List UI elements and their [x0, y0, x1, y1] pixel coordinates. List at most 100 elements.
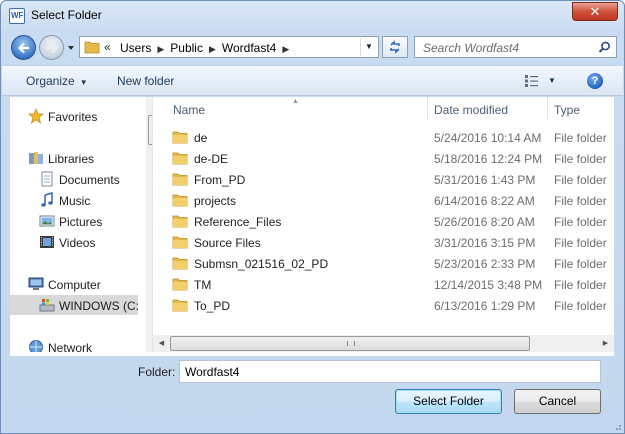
back-arrow-icon — [17, 42, 29, 54]
file-name: Reference_Files — [194, 215, 282, 229]
folder-icon — [172, 277, 188, 294]
sidebar-item-videos[interactable]: Videos — [39, 232, 139, 252]
window-title: Select Folder — [31, 8, 102, 22]
column-header-date-modified[interactable]: Date modified — [427, 97, 547, 121]
file-name: de-DE — [194, 152, 229, 166]
wordfast-app-icon: WF — [9, 8, 25, 24]
breadcrumb-separator-icon[interactable]: ▶ — [209, 44, 216, 54]
drive-icon — [39, 299, 55, 312]
address-bar[interactable]: « Users ▶ Public ▶ Wordfast4 ▶ ▼ — [79, 36, 379, 58]
file-type: File folder — [554, 152, 607, 166]
file-date-modified: 5/18/2016 12:24 PM — [434, 152, 543, 166]
table-row[interactable]: TM 12/14/2015 3:48 PM File folder — [153, 274, 614, 295]
app-icon-text: WF — [11, 11, 24, 20]
column-header-label: Date modified — [434, 103, 509, 117]
sidebar-item-label: Documents — [59, 173, 120, 187]
file-type: File folder — [554, 194, 607, 208]
scroll-right-icon[interactable]: ▶ — [597, 335, 614, 352]
breadcrumb-public[interactable]: Public — [170, 41, 203, 55]
table-row[interactable]: projects 6/14/2016 8:22 AM File folder — [153, 190, 614, 211]
recent-locations-dropdown-icon[interactable] — [67, 44, 75, 52]
back-button[interactable] — [11, 35, 36, 60]
sort-ascending-icon: ▲ — [292, 98, 299, 105]
forward-button[interactable] — [39, 35, 64, 60]
folder-icon — [172, 256, 188, 273]
star-icon — [28, 108, 44, 124]
file-date-modified: 5/26/2016 8:20 AM — [434, 215, 535, 229]
horizontal-scrollbar[interactable]: ◀ ▶ — [153, 335, 614, 352]
sidebar-item-label: WINDOWS (C: — [59, 299, 139, 313]
refresh-icon — [390, 40, 400, 54]
sidebar-item-music[interactable]: Music — [39, 190, 139, 210]
folder-icon — [172, 172, 188, 189]
close-button[interactable]: ✕ — [572, 2, 618, 21]
breadcrumb-separator-icon[interactable]: ▶ — [282, 44, 289, 54]
cancel-button[interactable]: Cancel — [514, 389, 601, 414]
file-date-modified: 6/14/2016 8:22 AM — [434, 194, 535, 208]
view-options-dropdown-icon[interactable]: ▼ — [548, 76, 556, 85]
folder-icon — [172, 298, 188, 315]
table-row[interactable]: From_PD 5/31/2016 1:43 PM File folder — [153, 169, 614, 190]
table-row[interactable]: Reference_Files 5/26/2016 8:20 AM File fol… — [153, 211, 614, 232]
new-folder-button[interactable]: New folder — [117, 74, 174, 88]
folder-icon — [172, 214, 188, 231]
file-type: File folder — [554, 173, 607, 187]
file-type: File folder — [554, 299, 607, 313]
file-date-modified: 5/31/2016 1:43 PM — [434, 173, 536, 187]
help-icon[interactable]: ? — [587, 73, 603, 89]
sidebar-item-computer[interactable]: Computer — [28, 274, 138, 294]
folder-icon — [172, 151, 188, 168]
file-type: File folder — [554, 257, 607, 271]
search-input[interactable] — [423, 40, 593, 55]
folder-icon — [172, 193, 188, 210]
file-type: File folder — [554, 131, 607, 145]
forward-arrow-icon — [47, 42, 59, 54]
column-header-name[interactable]: ▲ Name — [153, 97, 427, 121]
table-row[interactable]: Submsn_021516_02_PD 5/23/2016 2:33 PM File… — [153, 253, 614, 274]
table-row[interactable]: de-DE 5/18/2016 12:24 PM File folder — [153, 148, 614, 169]
file-name: To_PD — [194, 299, 231, 313]
file-name: Source Files — [194, 236, 261, 250]
folder-icon — [172, 235, 188, 252]
search-icon[interactable] — [598, 41, 611, 54]
select-folder-button[interactable]: Select Folder — [395, 389, 502, 414]
file-list: ▲ Name Date modified Type de 5/24/2016 10… — [153, 97, 614, 356]
navigation-pane-scrollbar[interactable]: ▲ ▼ — [146, 97, 152, 356]
file-date-modified: 6/13/2016 1:29 PM — [434, 299, 536, 313]
music-icon — [41, 192, 53, 207]
column-header-type[interactable]: Type — [547, 97, 614, 121]
address-dropdown-icon[interactable]: ▼ — [360, 38, 377, 56]
file-name: Submsn_021516_02_PD — [194, 257, 329, 271]
resize-grip-icon[interactable] — [612, 421, 622, 431]
sidebar-item-libraries[interactable]: Libraries — [28, 148, 138, 168]
documents-icon — [41, 171, 53, 187]
sidebar-item-label: Libraries — [48, 152, 95, 166]
file-date-modified: 12/14/2015 3:48 PM — [434, 278, 543, 292]
table-row[interactable]: Source Files 3/31/2016 3:15 PM File folder — [153, 232, 614, 253]
file-name: From_PD — [194, 173, 246, 187]
breadcrumb-separator-icon[interactable]: ▶ — [157, 44, 164, 54]
sidebar-item-documents[interactable]: Documents — [39, 169, 139, 189]
navigation-pane: Favorites Libraries Documents Music Pict… — [10, 97, 153, 356]
change-view-icon[interactable] — [524, 74, 540, 88]
refresh-button[interactable] — [382, 36, 408, 58]
scroll-left-icon[interactable]: ◀ — [153, 335, 170, 352]
sidebar-item-windows-drive[interactable]: WINDOWS (C: — [10, 295, 139, 315]
breadcrumb-wordfast4[interactable]: Wordfast4 — [222, 41, 276, 55]
title-bar: WF Select Folder ✕ — [1, 1, 624, 31]
sidebar-item-pictures[interactable]: Pictures — [39, 211, 139, 231]
table-row[interactable]: To_PD 6/13/2016 1:29 PM File folder — [153, 295, 614, 316]
organize-menu[interactable]: Organize ▼ — [26, 74, 88, 88]
search-box[interactable] — [414, 36, 617, 58]
scroll-up-icon[interactable]: ▲ — [146, 97, 152, 114]
sidebar-item-label: Computer — [48, 278, 101, 292]
folder-name-field[interactable] — [179, 360, 601, 383]
breadcrumb-users[interactable]: Users — [120, 41, 151, 55]
table-row[interactable]: de 5/24/2016 10:14 AM File folder — [153, 127, 614, 148]
breadcrumb-overflow-icon[interactable]: « — [104, 40, 111, 54]
file-type: File folder — [554, 236, 607, 250]
sidebar-item-label: Music — [59, 194, 91, 208]
sidebar-item-favorites[interactable]: Favorites — [28, 106, 138, 126]
folder-label: Folder: — [138, 365, 176, 379]
scrollbar-thumb[interactable] — [170, 336, 530, 351]
